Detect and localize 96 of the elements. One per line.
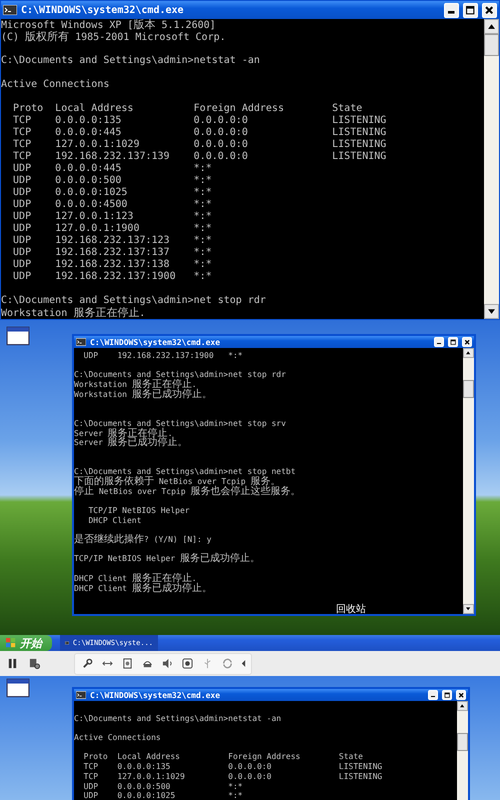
up-arrow-icon bbox=[465, 350, 472, 356]
console-line: Proto Local Address Foreign Address State bbox=[12, 103, 362, 115]
desktop-icon-label[interactable]: 回收站 bbox=[336, 602, 366, 616]
camera-icon bbox=[182, 658, 192, 669]
hard-drive-icon bbox=[142, 658, 152, 669]
console-line: Active Connections bbox=[1, 79, 110, 91]
scroll-down-button[interactable] bbox=[484, 304, 499, 319]
window-title: C:\WINDOWS\system32\cmd.exe bbox=[90, 338, 222, 346]
console-line: UDP 0.0.0.0:1025 *:* bbox=[82, 791, 243, 800]
minimize-icon bbox=[431, 696, 435, 698]
console-line: Proto Local Address Foreign Address State bbox=[82, 752, 363, 762]
minimize-icon bbox=[437, 342, 441, 344]
maximize-button[interactable] bbox=[448, 337, 458, 347]
console-line: TCP 0.0.0.0:135 0.0.0.0:0 LISTENING bbox=[82, 762, 382, 772]
scrollbar[interactable] bbox=[484, 19, 499, 319]
console-line: Workstation 服务已成功停止。 bbox=[74, 390, 212, 400]
pause-icon bbox=[6, 658, 18, 669]
console-line: UDP 127.0.0.1:1900 *:* bbox=[12, 223, 212, 235]
console-line: UDP 192.168.232.137:137 *:* bbox=[12, 247, 212, 259]
console-line: TCP 0.0.0.0:445 0.0.0.0:0 LISTENING bbox=[12, 127, 386, 139]
console-line: C:\Documents and Settings\admin>netstat -an bbox=[74, 714, 282, 724]
console-line: UDP 0.0.0.0:500 *:* bbox=[12, 175, 212, 187]
close-icon bbox=[464, 338, 470, 346]
minimize-button[interactable] bbox=[428, 690, 438, 700]
console-line: TCP 127.0.0.1:1029 0.0.0.0:0 LISTENING bbox=[82, 772, 382, 782]
console-line: C:\Documents and Settings\admin>net stop rdr bbox=[74, 370, 286, 380]
scrollbar[interactable] bbox=[457, 701, 468, 800]
console-line: UDP 0.0.0.0:4500 *:* bbox=[12, 199, 212, 211]
close-button[interactable] bbox=[482, 2, 497, 18]
console-line: TCP 0.0.0.0:135 0.0.0.0:0 LISTENING bbox=[12, 115, 386, 127]
window-title: C:\WINDOWS\system32\cmd.exe bbox=[90, 690, 222, 700]
scroll-up-button[interactable] bbox=[457, 701, 468, 711]
scrollbar-thumb[interactable] bbox=[463, 380, 474, 398]
console-line: UDP 192.168.232.137:1900 *:* bbox=[82, 351, 243, 361]
console-line: UDP 192.168.232.137:138 *:* bbox=[12, 259, 212, 271]
maximize-icon bbox=[444, 692, 450, 698]
console-line: UDP 0.0.0.0:445 *:* bbox=[12, 163, 212, 175]
up-arrow-icon bbox=[459, 703, 466, 709]
console-line: C:\Documents and Settings\admin>net stop rdr bbox=[1, 295, 266, 307]
up-arrow-icon bbox=[486, 22, 496, 32]
console-line: UDP 192.168.232.137:1900 *:* bbox=[12, 271, 212, 283]
console-line: TCP 127.0.0.1:1029 0.0.0.0:0 LISTENING bbox=[12, 139, 386, 151]
minimize-icon bbox=[448, 11, 455, 14]
console-line: Workstation 服务正在停止. bbox=[1, 307, 146, 319]
scrollbar-thumb[interactable] bbox=[457, 733, 468, 751]
console-line: Server 服务正在停止. bbox=[74, 428, 173, 438]
refresh-icon bbox=[222, 658, 232, 669]
maximize-button[interactable] bbox=[442, 690, 452, 700]
console-line: UDP 0.0.0.0:500 *:* bbox=[82, 782, 243, 792]
down-arrow-icon bbox=[465, 606, 472, 612]
console-line: 是否继续此操作? (Y/N) [N]: y bbox=[74, 535, 212, 545]
scrollbar[interactable] bbox=[463, 348, 474, 614]
scroll-up-button[interactable] bbox=[463, 348, 474, 358]
console-line: Server 服务已成功停止。 bbox=[74, 438, 188, 448]
window-title: C:\WINDOWS\system32\cmd.exe bbox=[21, 4, 185, 16]
console-line: UDP 127.0.0.1:123 *:* bbox=[12, 211, 212, 223]
console-line: Active Connections bbox=[74, 733, 161, 743]
desktop-app-icon[interactable] bbox=[6, 326, 30, 348]
scrollbar-thumb[interactable] bbox=[484, 34, 499, 56]
console-line: DHCP Client bbox=[87, 516, 142, 526]
minimize-button[interactable] bbox=[444, 2, 459, 18]
console-line: UDP 192.168.232.137:123 *:* bbox=[12, 235, 212, 247]
down-arrow-icon bbox=[486, 306, 496, 316]
console-line: Microsoft Windows XP [版本 5.1.2600] bbox=[1, 19, 216, 31]
console-icon bbox=[3, 5, 17, 15]
console-line: 停止 NetBios over Tcpip 服务也会停止这些服务。 bbox=[74, 486, 300, 496]
maximize-icon bbox=[450, 338, 456, 346]
console-line: C:\Documents and Settings\admin>net stop netbt bbox=[74, 467, 296, 476]
close-icon bbox=[484, 4, 495, 16]
console-line: DHCP Client 服务已成功停止。 bbox=[74, 584, 212, 594]
speaker-icon bbox=[162, 658, 172, 669]
console-line: TCP 192.168.232.137:139 0.0.0.0:0 LISTENING bbox=[12, 151, 386, 163]
minimize-button[interactable] bbox=[434, 337, 444, 347]
document-gear-icon bbox=[28, 658, 40, 669]
console-line: C:\Documents and Settings\admin>netstat -an bbox=[1, 55, 260, 67]
console-line: 下面的服务依赖于 NetBios over Tcpip 服务。 bbox=[74, 476, 280, 487]
close-icon bbox=[458, 692, 464, 698]
console-line: TCP/IP NetBIOS Helper bbox=[87, 506, 190, 516]
console-icon bbox=[76, 338, 86, 346]
console-line: TCP/IP NetBIOS Helper 服务已成功停止。 bbox=[74, 554, 260, 564]
console-line: UDP 0.0.0.0:1025 *:* bbox=[12, 187, 212, 199]
maximize-button[interactable] bbox=[463, 2, 478, 18]
console-line: (C) 版权所有 1985-2001 Microsoft Corp. bbox=[1, 31, 226, 43]
console-icon bbox=[65, 639, 69, 647]
console-line: Workstation 服务正在停止. bbox=[74, 380, 197, 390]
console-line: DHCP Client 服务正在停止. bbox=[74, 574, 197, 584]
maximize-icon bbox=[465, 4, 476, 16]
console-icon bbox=[76, 691, 86, 699]
scroll-up-button[interactable] bbox=[484, 19, 499, 34]
console-line: C:\Documents and Settings\admin>net stop srv bbox=[74, 418, 286, 428]
scroll-down-button[interactable] bbox=[463, 604, 474, 614]
caret-icon bbox=[240, 658, 246, 669]
close-button[interactable] bbox=[456, 690, 466, 700]
desktop-app-icon[interactable] bbox=[6, 678, 30, 700]
windows-flag-icon bbox=[6, 638, 16, 648]
close-button[interactable] bbox=[462, 337, 472, 347]
